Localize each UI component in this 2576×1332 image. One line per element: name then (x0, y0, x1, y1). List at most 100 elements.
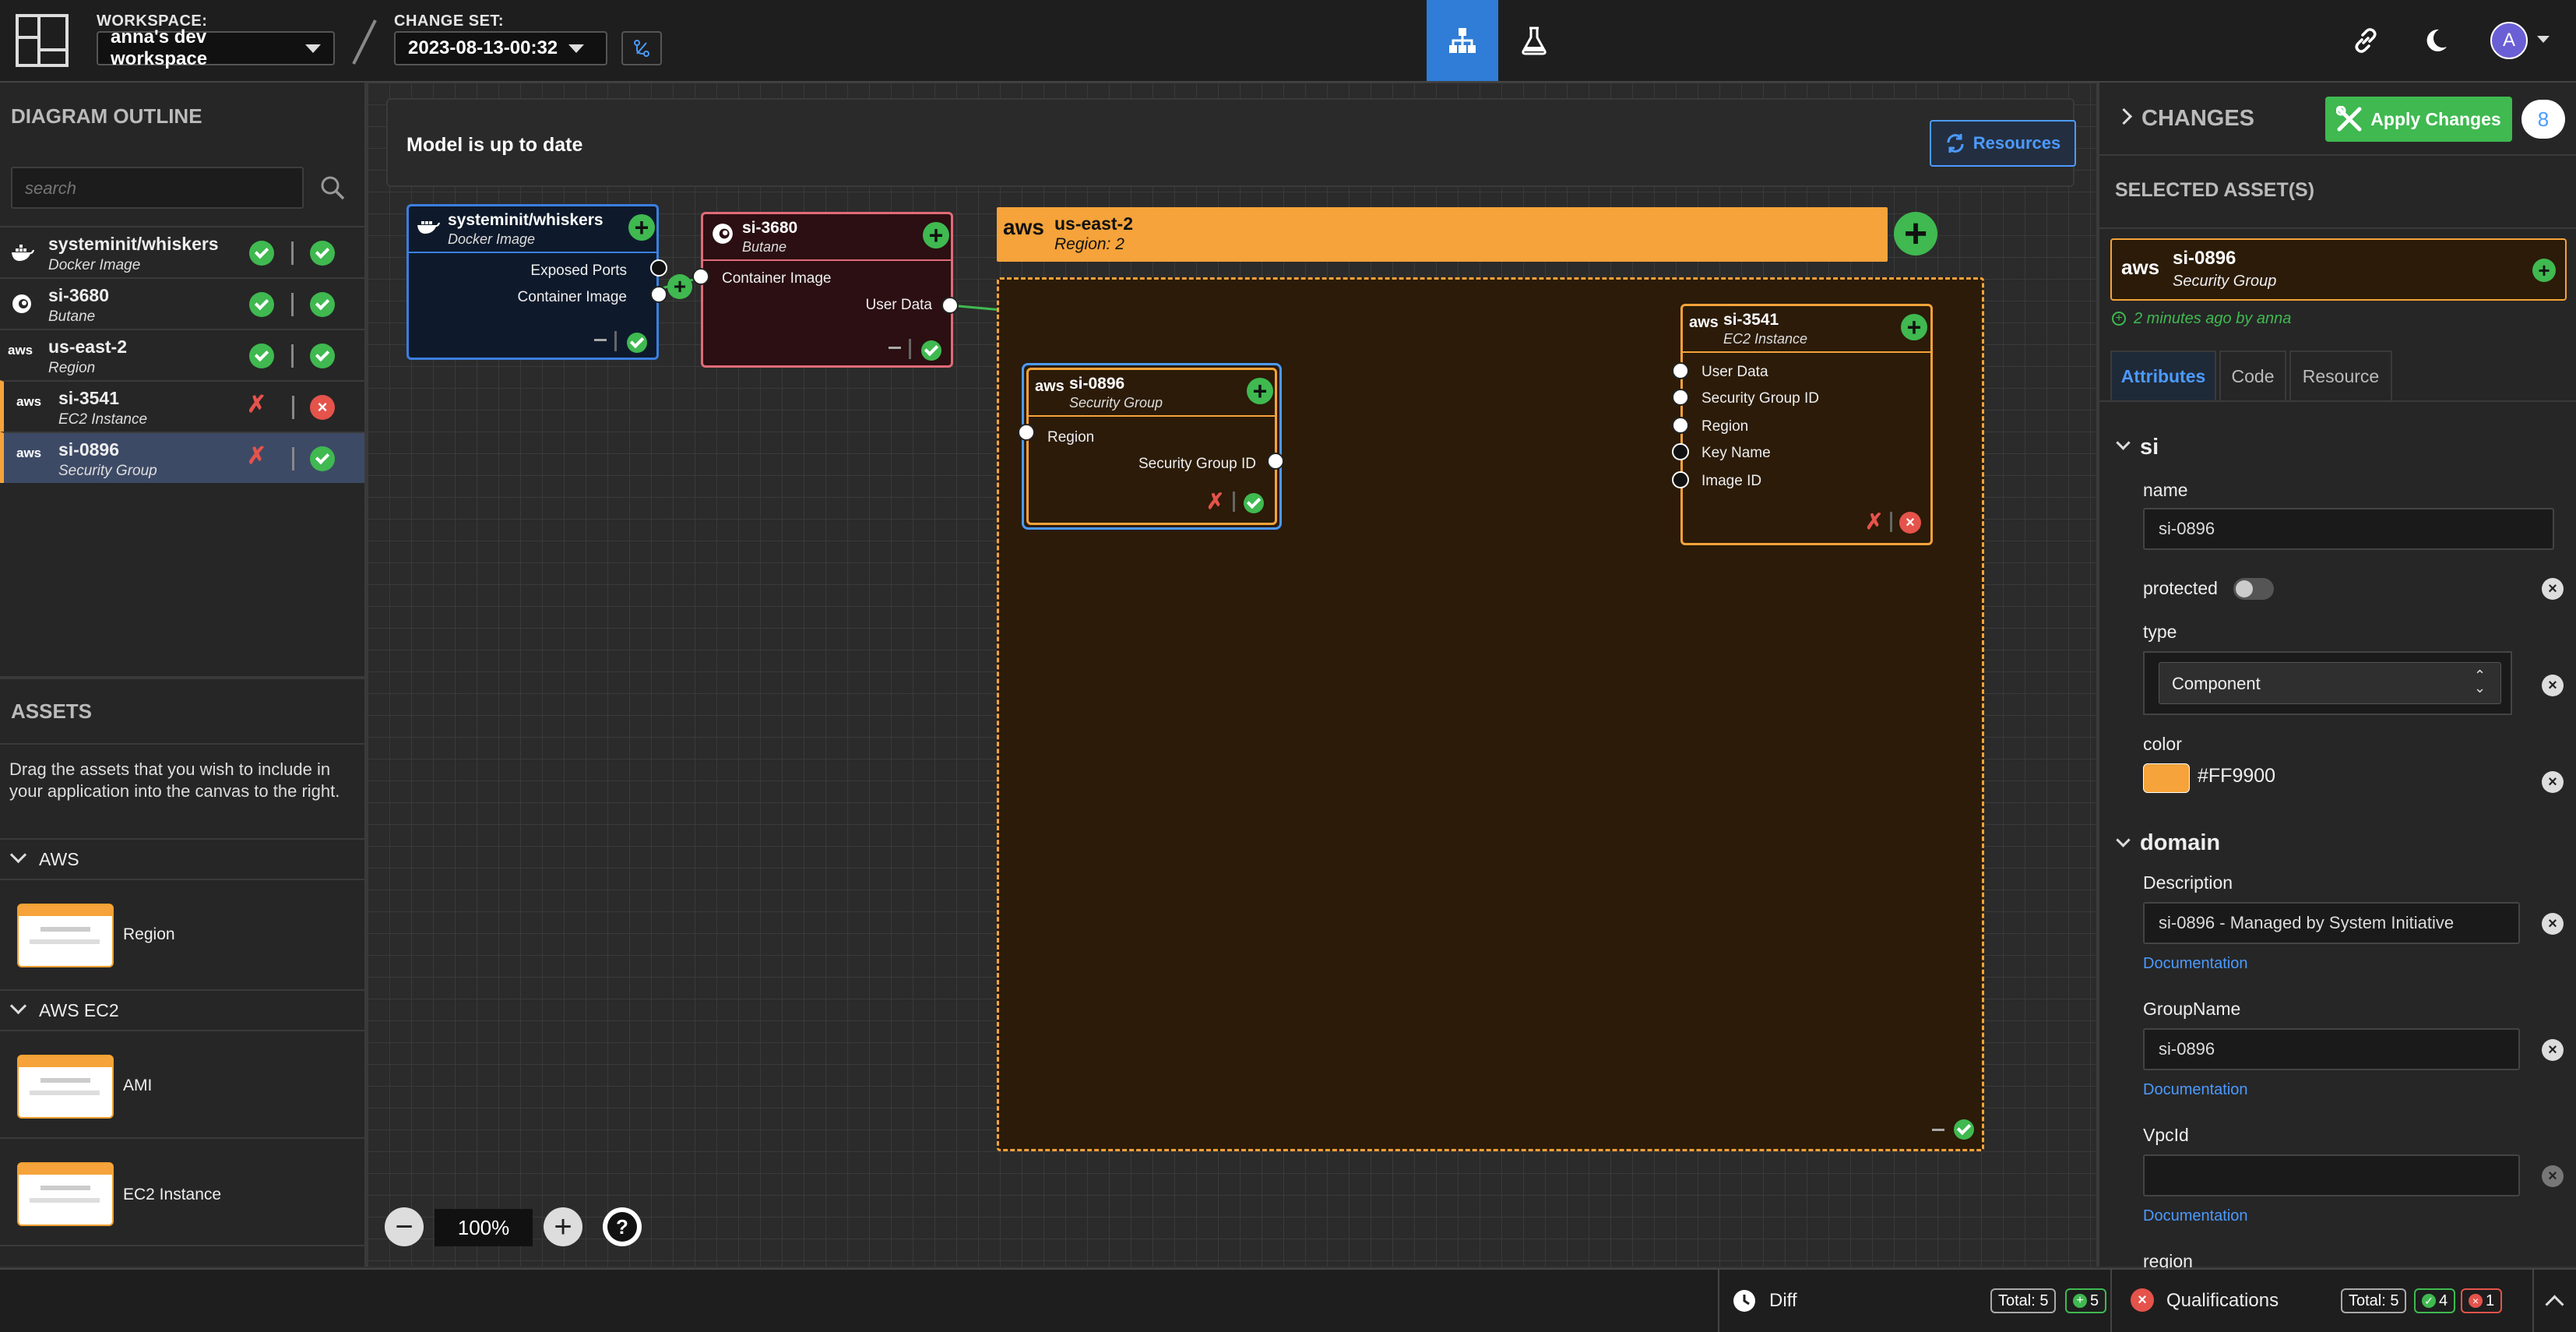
minimize-icon[interactable] (1932, 1129, 1944, 1131)
node-si-3541[interactable]: aws si-3541 EC2 Instance + User Data Sec… (1680, 304, 1933, 545)
qual-ok-badge: ✓ 4 (2414, 1288, 2456, 1313)
type-select-wrapper: Component ⌃ ⌄ (2143, 651, 2512, 715)
chevron-up-icon[interactable] (2545, 1295, 2564, 1314)
search-icon[interactable] (319, 174, 346, 201)
outline-item-us-east-2[interactable]: aws us-east-2 Region (0, 329, 364, 380)
chevron-right-icon[interactable] (2115, 107, 2133, 125)
chevron-down-icon[interactable] (2116, 833, 2131, 847)
socket-container-image-in[interactable] (692, 268, 709, 285)
vpcid-input[interactable] (2143, 1154, 2520, 1196)
outline-item-whiskers[interactable]: systeminit/whiskers Docker Image (0, 226, 364, 277)
si-logo-icon[interactable] (16, 14, 69, 67)
apply-changes-button[interactable]: Apply Changes (2325, 97, 2512, 142)
asset-card-icon (17, 1162, 114, 1226)
socket-user-data-in[interactable] (1672, 362, 1689, 379)
groupname-input[interactable]: si-0896 (2143, 1028, 2520, 1070)
outline-item-si-0896[interactable]: aws si-0896 Security Group ✗ (0, 432, 364, 483)
asset-group-aws-ec2[interactable]: AWS EC2 (0, 991, 364, 1030)
socket-container-image-out[interactable] (650, 286, 667, 303)
search-input[interactable] (12, 168, 291, 209)
avatar[interactable]: A (2490, 22, 2528, 59)
minimize-icon[interactable] (889, 347, 901, 349)
zoom-level[interactable]: 100% (435, 1209, 533, 1246)
asset-group-aws[interactable]: AWS (0, 840, 364, 879)
node-name: systeminit/whiskers (448, 211, 604, 229)
node-whiskers[interactable]: systeminit/whiskers Docker Image + Expos… (406, 204, 659, 360)
divider (291, 241, 294, 265)
asset-item-ami[interactable]: AMI (0, 1031, 364, 1137)
zoom-in-button[interactable]: + (544, 1207, 582, 1246)
changeset-dropdown[interactable]: 2023-08-13-00:32 (394, 31, 607, 65)
aws-icon: aws (2121, 255, 2160, 279)
edge-add-icon[interactable]: + (667, 274, 692, 299)
add-icon[interactable]: + (1901, 314, 1927, 340)
diff-panel-toggle[interactable]: Diff Total: 5 + 5 (1719, 1270, 2140, 1332)
divider (2099, 154, 2576, 156)
protected-toggle[interactable] (2233, 578, 2274, 600)
socket-user-data-out[interactable] (941, 297, 959, 314)
clear-description-icon[interactable]: × (2542, 913, 2564, 935)
check-icon: ✓ (2422, 1294, 2436, 1308)
name-input[interactable]: si-0896 (2143, 508, 2554, 550)
documentation-link[interactable]: Documentation (2143, 955, 2248, 973)
outline-item-si-3680[interactable]: si-3680 Butane (0, 277, 364, 329)
link-icon[interactable] (2352, 26, 2380, 55)
clear-type-icon[interactable]: × (2542, 675, 2564, 696)
node-name: si-0896 (1069, 375, 1125, 393)
tab-model[interactable] (1427, 0, 1498, 81)
chevron-down-icon[interactable] (2537, 36, 2550, 43)
documentation-link[interactable]: Documentation (2143, 1207, 2248, 1225)
qual-total-badge: Total: 5 (2341, 1288, 2407, 1313)
region-header[interactable]: aws us-east-2 Region: 2 (997, 207, 1888, 262)
socket-exposed-ports[interactable] (650, 259, 667, 277)
clear-vpcid-icon[interactable]: × (2542, 1165, 2564, 1187)
tab-code[interactable]: Code (2219, 351, 2286, 400)
socket-security-group-id-in[interactable] (1672, 389, 1689, 406)
workspace-dropdown[interactable]: anna's dev workspace (97, 26, 335, 69)
node-si-0896[interactable]: aws si-0896 Security Group + Region Secu… (1026, 368, 1277, 525)
color-value[interactable]: #FF9900 (2198, 765, 2275, 788)
socket-region-in[interactable] (1672, 417, 1689, 434)
diagram-icon (1449, 28, 1476, 53)
add-icon[interactable]: + (1247, 378, 1273, 404)
clear-color-icon[interactable]: × (2542, 771, 2564, 793)
tab-attributes[interactable]: Attributes (2110, 351, 2216, 400)
asset-item-region[interactable]: Region (0, 880, 364, 989)
x-icon: × (2469, 1294, 2483, 1308)
changeset-value: 2023-08-13-00:32 (408, 37, 558, 58)
node-name: si-3680 (742, 219, 798, 237)
add-icon[interactable]: + (923, 222, 949, 248)
minimize-icon[interactable] (594, 339, 607, 341)
tab-resource[interactable]: Resource (2289, 351, 2392, 400)
clear-groupname-icon[interactable]: × (2542, 1039, 2564, 1061)
outline-item-si-3541[interactable]: aws si-3541 EC2 Instance ✗ × (0, 380, 364, 432)
type-select[interactable]: Component ⌃ ⌄ (2159, 662, 2501, 704)
diagram-canvas[interactable]: Model is up to date Resources + + + syst… (368, 83, 2096, 1267)
moon-icon[interactable] (2422, 26, 2450, 55)
left-panel: DIAGRAM OUTLINE systeminit/whiskers Dock… (0, 83, 368, 1267)
color-swatch[interactable] (2143, 763, 2190, 793)
add-icon[interactable]: + (628, 214, 655, 241)
clear-protected-icon[interactable]: × (2542, 578, 2564, 600)
tab-lab[interactable] (1498, 0, 1570, 81)
socket-security-group-id-out[interactable] (1267, 453, 1284, 470)
name-label: name (2143, 480, 2188, 500)
zoom-out-button[interactable]: − (385, 1207, 424, 1246)
socket-image-id[interactable] (1672, 471, 1689, 488)
socket-key-name[interactable] (1672, 443, 1689, 460)
region-add-icon[interactable]: + (1894, 212, 1937, 255)
merge-changeset-button[interactable] (621, 31, 662, 65)
help-button[interactable]: ? (603, 1207, 642, 1246)
node-type: Security Group (1069, 395, 1163, 411)
add-icon[interactable]: + (2532, 259, 2556, 282)
qualifications-panel-toggle[interactable]: × Qualifications Total: 5 ✓ 4 × 1 (2112, 1270, 2532, 1332)
node-si-3680[interactable]: si-3680 Butane + Container Image User Da… (701, 212, 953, 368)
description-input[interactable]: si-0896 - Managed by System Initiative (2143, 902, 2520, 944)
socket-region-in[interactable] (1018, 424, 1035, 441)
divider[interactable] (0, 676, 364, 679)
documentation-link[interactable]: Documentation (2143, 1081, 2248, 1099)
chevron-down-icon[interactable] (2116, 435, 2131, 450)
selected-asset-card[interactable]: aws si-0896 Security Group + (2110, 238, 2567, 301)
outline-item-type: Butane (48, 308, 96, 325)
asset-item-ec2-instance[interactable]: EC2 Instance (0, 1139, 364, 1245)
